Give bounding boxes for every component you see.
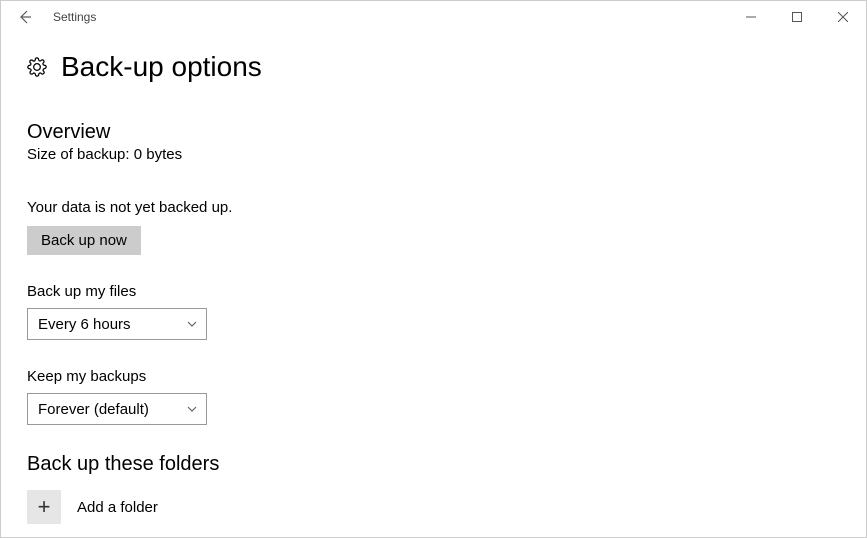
backup-status-text: Your data is not yet backed up. bbox=[27, 199, 866, 216]
maximize-button[interactable] bbox=[774, 2, 820, 32]
backup-frequency-select[interactable]: Every 6 hours bbox=[27, 308, 207, 340]
maximize-icon bbox=[792, 12, 802, 22]
backup-retention-value: Forever (default) bbox=[38, 401, 149, 418]
backup-frequency-value: Every 6 hours bbox=[38, 316, 131, 333]
close-icon bbox=[838, 12, 848, 22]
page-header: Back-up options bbox=[27, 51, 866, 83]
content-area: Back-up options Overview Size of backup:… bbox=[1, 33, 866, 524]
window-title: Settings bbox=[53, 10, 96, 24]
titlebar-left: Settings bbox=[1, 7, 96, 27]
back-arrow-icon bbox=[17, 9, 33, 25]
backup-size-label: Size of backup: 0 bytes bbox=[27, 146, 866, 163]
backup-retention-label: Keep my backups bbox=[27, 368, 866, 385]
chevron-down-icon bbox=[186, 318, 198, 330]
window-controls bbox=[728, 2, 866, 32]
overview-heading: Overview bbox=[27, 121, 866, 144]
backup-retention-select[interactable]: Forever (default) bbox=[27, 393, 207, 425]
folders-heading: Back up these folders bbox=[27, 453, 866, 476]
minimize-button[interactable] bbox=[728, 2, 774, 32]
backup-frequency-label: Back up my files bbox=[27, 283, 866, 300]
add-folder-item[interactable]: + Add a folder bbox=[27, 490, 866, 524]
gear-icon bbox=[27, 57, 47, 77]
chevron-down-icon bbox=[186, 403, 198, 415]
add-folder-label: Add a folder bbox=[77, 499, 158, 516]
minimize-icon bbox=[746, 12, 756, 22]
titlebar: Settings bbox=[1, 1, 866, 33]
backup-now-button[interactable]: Back up now bbox=[27, 226, 141, 255]
back-button[interactable] bbox=[15, 7, 35, 27]
plus-icon: + bbox=[27, 490, 61, 524]
page-title: Back-up options bbox=[61, 51, 262, 83]
close-button[interactable] bbox=[820, 2, 866, 32]
